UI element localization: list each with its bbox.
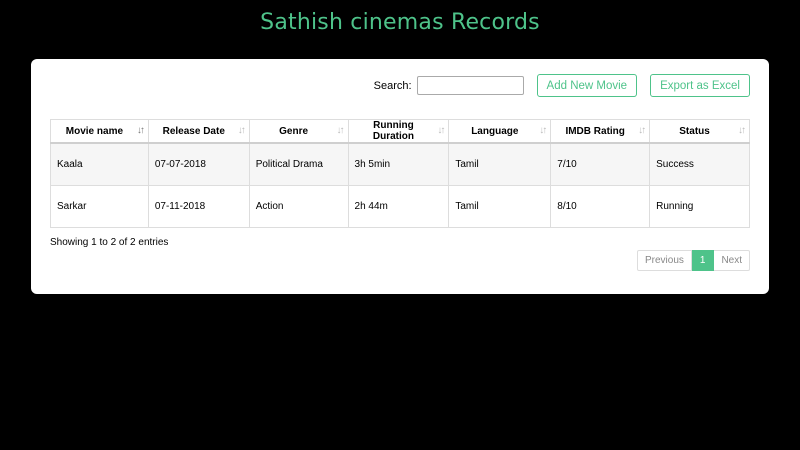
page-1-button[interactable]: 1: [691, 250, 715, 271]
table-header-row: Movie name ↓↑ Release Date ↓↑ Genre ↓↑ Running…: [50, 119, 750, 144]
column-header[interactable]: Running Duration ↓↑: [347, 119, 450, 144]
column-header[interactable]: Genre ↓↑: [248, 119, 349, 144]
sort-icon: ↓↑: [638, 125, 646, 136]
column-header[interactable]: IMDB Rating ↓↑: [550, 119, 651, 144]
column-header-label: Movie name: [65, 125, 124, 137]
column-header-label: Status: [679, 125, 710, 137]
table-cell: 8/10: [550, 185, 651, 228]
table-row: Sarkar 07-11-2018 Action 2h 44m Tamil 8/10 Run…: [50, 185, 750, 228]
table-cell: Political Drama: [248, 143, 349, 186]
column-header-label: Language: [471, 125, 519, 137]
table-row: Kaala 07-07-2018 Political Drama 3h 5min Tam…: [50, 143, 750, 186]
sort-icon: ↓↑: [237, 125, 246, 136]
sort-ascending-icon: ↓↑: [136, 125, 145, 136]
table-cell: Tamil: [448, 185, 552, 228]
column-header-label: Running Duration: [372, 120, 414, 142]
table-cell: Sarkar: [50, 185, 149, 228]
table-cell: 07-11-2018: [147, 185, 250, 228]
records-card: Search: Add New Movie Export as Excel Mo…: [31, 59, 769, 294]
entries-info: Showing 1 to 2 of 2 entries: [50, 237, 169, 248]
table-cell: Action: [248, 185, 349, 228]
page-title: Sathish cinemas Records: [260, 10, 540, 35]
table-body: Kaala 07-07-2018 Political Drama 3h 5min Tam…: [50, 143, 750, 228]
column-header[interactable]: Status ↓↑: [649, 119, 750, 144]
table-cell: 3h 5min: [347, 143, 450, 186]
column-header[interactable]: Movie name ↓↑: [50, 119, 149, 144]
sort-icon: ↓↑: [437, 125, 445, 136]
column-header[interactable]: Language ↓↑: [448, 119, 552, 144]
column-header-label: Release Date: [162, 125, 225, 137]
pagination: Previous 1 Next: [636, 250, 750, 271]
table-cell: 7/10: [550, 143, 651, 186]
next-page-button[interactable]: Next: [714, 250, 750, 271]
movies-table: Movie name ↓↑ Release Date ↓↑ Genre ↓↑ Running…: [50, 119, 750, 228]
toolbar: Search: Add New Movie Export as Excel: [374, 74, 750, 97]
column-header[interactable]: Release Date ↓↑: [147, 119, 250, 144]
export-excel-button[interactable]: Export as Excel: [650, 74, 750, 97]
table-cell: Kaala: [50, 143, 149, 186]
table-cell: Success: [649, 143, 750, 186]
table-cell: 07-07-2018: [147, 143, 250, 186]
column-header-label: IMDB Rating: [565, 125, 625, 137]
table-cell: 2h 44m: [347, 185, 450, 228]
column-header-label: Genre: [279, 125, 309, 137]
sort-icon: ↓↑: [336, 125, 345, 136]
add-new-movie-button[interactable]: Add New Movie: [536, 74, 638, 97]
table-cell: Running: [649, 185, 750, 228]
table-cell: Tamil: [448, 143, 552, 186]
sort-icon: ↓↑: [539, 125, 547, 136]
sort-icon: ↓↑: [738, 125, 746, 136]
search-label: Search:: [373, 79, 412, 92]
search-input[interactable]: [416, 76, 524, 95]
previous-page-button[interactable]: Previous: [636, 250, 692, 271]
